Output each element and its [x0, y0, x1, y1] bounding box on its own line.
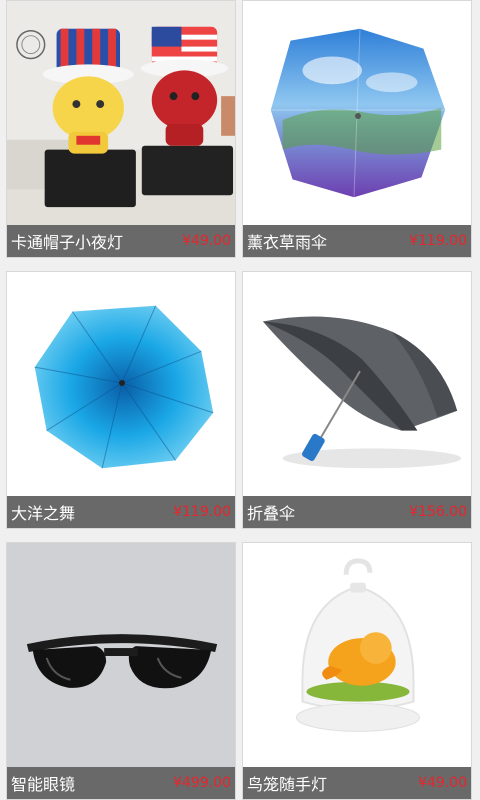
product-info-bar: 薰衣草雨伞 ¥119.00: [243, 225, 471, 257]
product-info-bar: 鸟笼随手灯 ¥49.00: [243, 767, 471, 799]
product-price: ¥119.00: [173, 504, 231, 520]
product-price: ¥119.00: [409, 233, 467, 249]
product-card[interactable]: 鸟笼随手灯 ¥49.00: [242, 542, 472, 800]
product-info-bar: 卡通帽子小夜灯 ¥49.00: [7, 225, 235, 257]
product-info-bar: 折叠伞 ¥156.00: [243, 496, 471, 528]
product-price: ¥49.00: [418, 775, 467, 791]
product-info-bar: 大洋之舞 ¥119.00: [7, 496, 235, 528]
product-grid: 卡通帽子小夜灯 ¥49.00 薰衣草雨伞 ¥119.00 大洋之舞 ¥119.0…: [0, 0, 480, 800]
product-card[interactable]: 薰衣草雨伞 ¥119.00: [242, 0, 472, 258]
product-name: 卡通帽子小夜灯: [11, 233, 124, 252]
product-card[interactable]: 卡通帽子小夜灯 ¥49.00: [6, 0, 236, 258]
lavender-umbrella-image[interactable]: [243, 1, 471, 225]
smart-glasses-image[interactable]: [7, 543, 235, 767]
birdcage-lamp-image[interactable]: [243, 543, 471, 767]
product-card[interactable]: 折叠伞 ¥156.00: [242, 271, 472, 529]
product-name: 鸟笼随手灯: [247, 775, 328, 794]
product-card[interactable]: 智能眼镜 ¥499.00: [6, 542, 236, 800]
product-price: ¥499.00: [173, 775, 231, 791]
product-name: 大洋之舞: [11, 504, 76, 523]
folding-umbrella-image[interactable]: [243, 272, 471, 496]
product-name: 折叠伞: [247, 504, 296, 523]
product-info-bar: 智能眼镜 ¥499.00: [7, 767, 235, 799]
product-name: 薰衣草雨伞: [247, 233, 328, 252]
product-card[interactable]: 大洋之舞 ¥119.00: [6, 271, 236, 529]
product-name: 智能眼镜: [11, 775, 76, 794]
cartoon-hat-night-light-image[interactable]: [7, 1, 235, 225]
product-price: ¥49.00: [182, 233, 231, 249]
product-price: ¥156.00: [409, 504, 467, 520]
ocean-dance-umbrella-image[interactable]: [7, 272, 235, 496]
